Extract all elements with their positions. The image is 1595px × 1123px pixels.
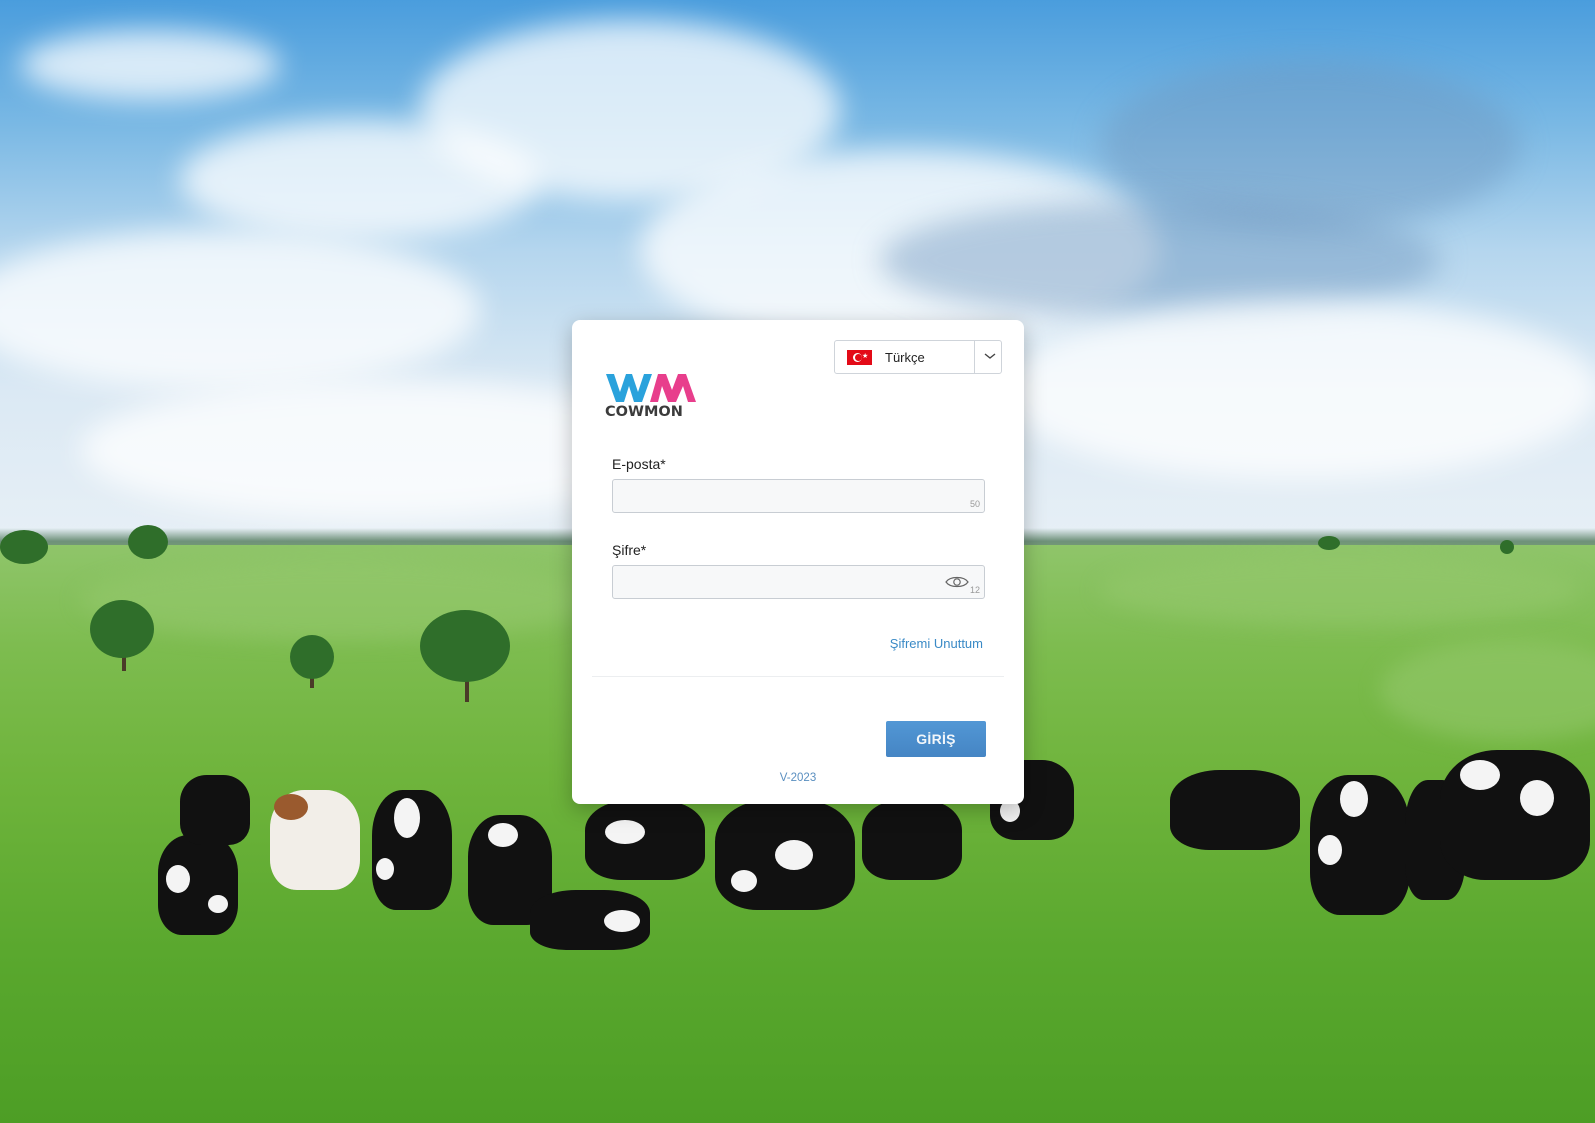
cow [372,790,452,910]
tree [1318,536,1340,550]
hill [1100,555,1580,625]
tree [290,635,334,679]
cloud [20,30,280,100]
language-label: Türkçe [885,350,925,365]
cow [862,800,962,880]
tree [420,610,510,682]
email-char-counter: 50 [969,499,980,509]
cow [715,800,855,910]
tree [1500,540,1514,554]
cloud [1000,300,1595,480]
cow [530,890,650,950]
chevron-down-icon[interactable] [983,346,997,366]
turkey-flag-icon: ★ [847,350,872,365]
cow [1170,770,1300,850]
tree [90,600,154,658]
language-select[interactable]: ★ Türkçe [834,340,1002,374]
eye-icon[interactable] [945,575,969,589]
login-button[interactable]: GİRİŞ [886,721,986,757]
version-label: V-2023 [779,772,817,784]
cow [158,835,238,935]
wm-logo-mark [606,374,696,402]
password-label: Şifre* [612,542,647,558]
logo-wordmark: COWMON [605,404,683,420]
cow [585,800,705,880]
cow [1310,775,1410,915]
login-card: ★ Türkçe COWMON E-posta* 50 Şifre* 12 Şi… [572,320,1024,804]
cow [180,775,250,845]
cow [1440,750,1590,880]
email-label: E-posta* [612,456,666,472]
divider [592,676,1004,677]
email-field[interactable]: 50 [612,479,985,513]
cowmon-logo: COWMON [604,370,704,420]
tree [128,525,168,559]
password-char-counter: 12 [969,585,980,595]
language-select-divider [974,341,975,373]
cow [270,790,360,890]
tree [0,530,48,564]
password-field[interactable]: 12 [612,565,985,599]
hill [80,560,600,640]
forgot-password-link[interactable]: Şifremi Unuttum [890,636,983,651]
